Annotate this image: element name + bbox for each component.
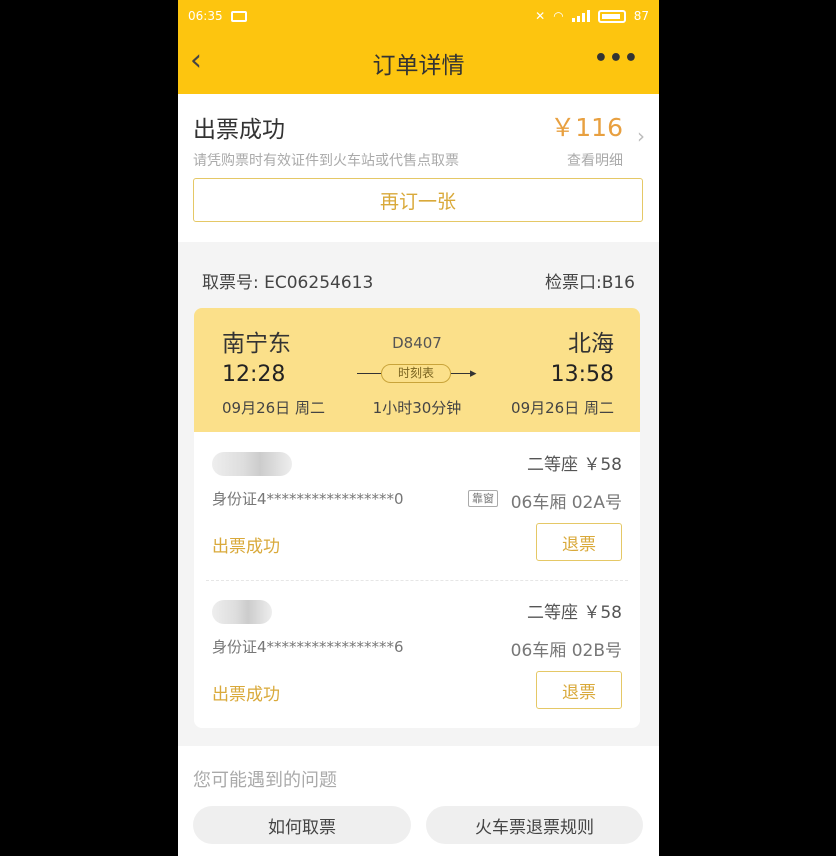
arrival-time: 13:58 [550,362,614,387]
order-status-section: 出票成功 请凭购票时有效证件到火车站或代售点取票 ￥116 查看明细 › 再订一… [178,94,659,242]
arrival-date: 09月26日 周二 [511,399,614,417]
id-card-number: 身份证4*****************6 [212,638,404,656]
ticket-status: 出票成功 [212,685,280,705]
image-notification-icon [230,10,247,22]
ticket-pickup-number: 取票号: EC06254613 [202,273,374,293]
signal-icon [571,10,590,22]
order-price[interactable]: ￥116 [550,108,623,144]
seat-number: 06车厢 02A号 [510,493,622,513]
rebook-button[interactable]: 再订一张 [193,178,643,222]
faq-section: 您可能遇到的问题 如何取票 火车票退票规则 [178,746,659,856]
refund-button[interactable]: 退票 [536,523,622,561]
ticket-status: 出票成功 [212,537,280,557]
back-arrow-icon[interactable]: ‹ [190,46,202,76]
passenger-name-blurred [212,452,292,476]
train-card: 南宁东 D8407 北海 12:28 ▸ 时刻表 13:58 09月26日 周二… [194,308,640,432]
battery-level: 87 [633,9,649,23]
departure-time: 12:28 [222,362,286,387]
mute-icon: ✕ [535,9,546,23]
faq-title: 您可能遇到的问题 [193,770,337,791]
more-icon[interactable]: ••• [594,46,639,71]
order-status: 出票成功 [193,117,285,143]
chevron-right-icon[interactable]: › [637,124,645,148]
faq-how-to-pickup-button[interactable]: 如何取票 [193,806,411,844]
passenger-list: 二等座 ￥58 身份证4*****************0 靠窗 06车厢 0… [194,432,640,728]
passenger-item: 二等座 ￥58 身份证4*****************6 06车厢 02B号… [194,580,640,728]
window-seat-tag: 靠窗 [468,490,498,507]
passenger-item: 二等座 ￥58 身份证4*****************0 靠窗 06车厢 0… [194,432,640,580]
status-bar: 06:35 ✕ ◠ 87 [178,0,659,32]
seat-class-price: 二等座 ￥58 [526,603,622,623]
wifi-icon: ◠ [553,9,564,23]
arrow-right-icon: ▸ [470,366,477,381]
refund-button[interactable]: 退票 [536,671,622,709]
faq-refund-rules-button[interactable]: 火车票退票规则 [426,806,643,844]
passenger-name-blurred [212,600,272,624]
seat-number: 06车厢 02B号 [510,641,622,661]
pickup-info: 取票号: EC06254613 检票口:B16 [178,242,659,312]
nav-header: ‹ 订单详情 ••• [178,32,659,94]
battery-icon [597,9,626,23]
timetable-button[interactable]: 时刻表 [381,364,451,383]
seat-class-price: 二等座 ￥58 [526,455,622,475]
page-title: 订单详情 [372,53,465,79]
pickup-hint: 请凭购票时有效证件到火车站或代售点取票 [193,153,459,169]
id-card-number: 身份证4*****************0 [212,490,404,508]
arrival-station: 北海 [568,331,614,357]
view-detail-link[interactable]: 查看明细 [567,150,623,170]
check-in-gate: 检票口:B16 [544,273,635,293]
clock: 06:35 [188,9,223,23]
